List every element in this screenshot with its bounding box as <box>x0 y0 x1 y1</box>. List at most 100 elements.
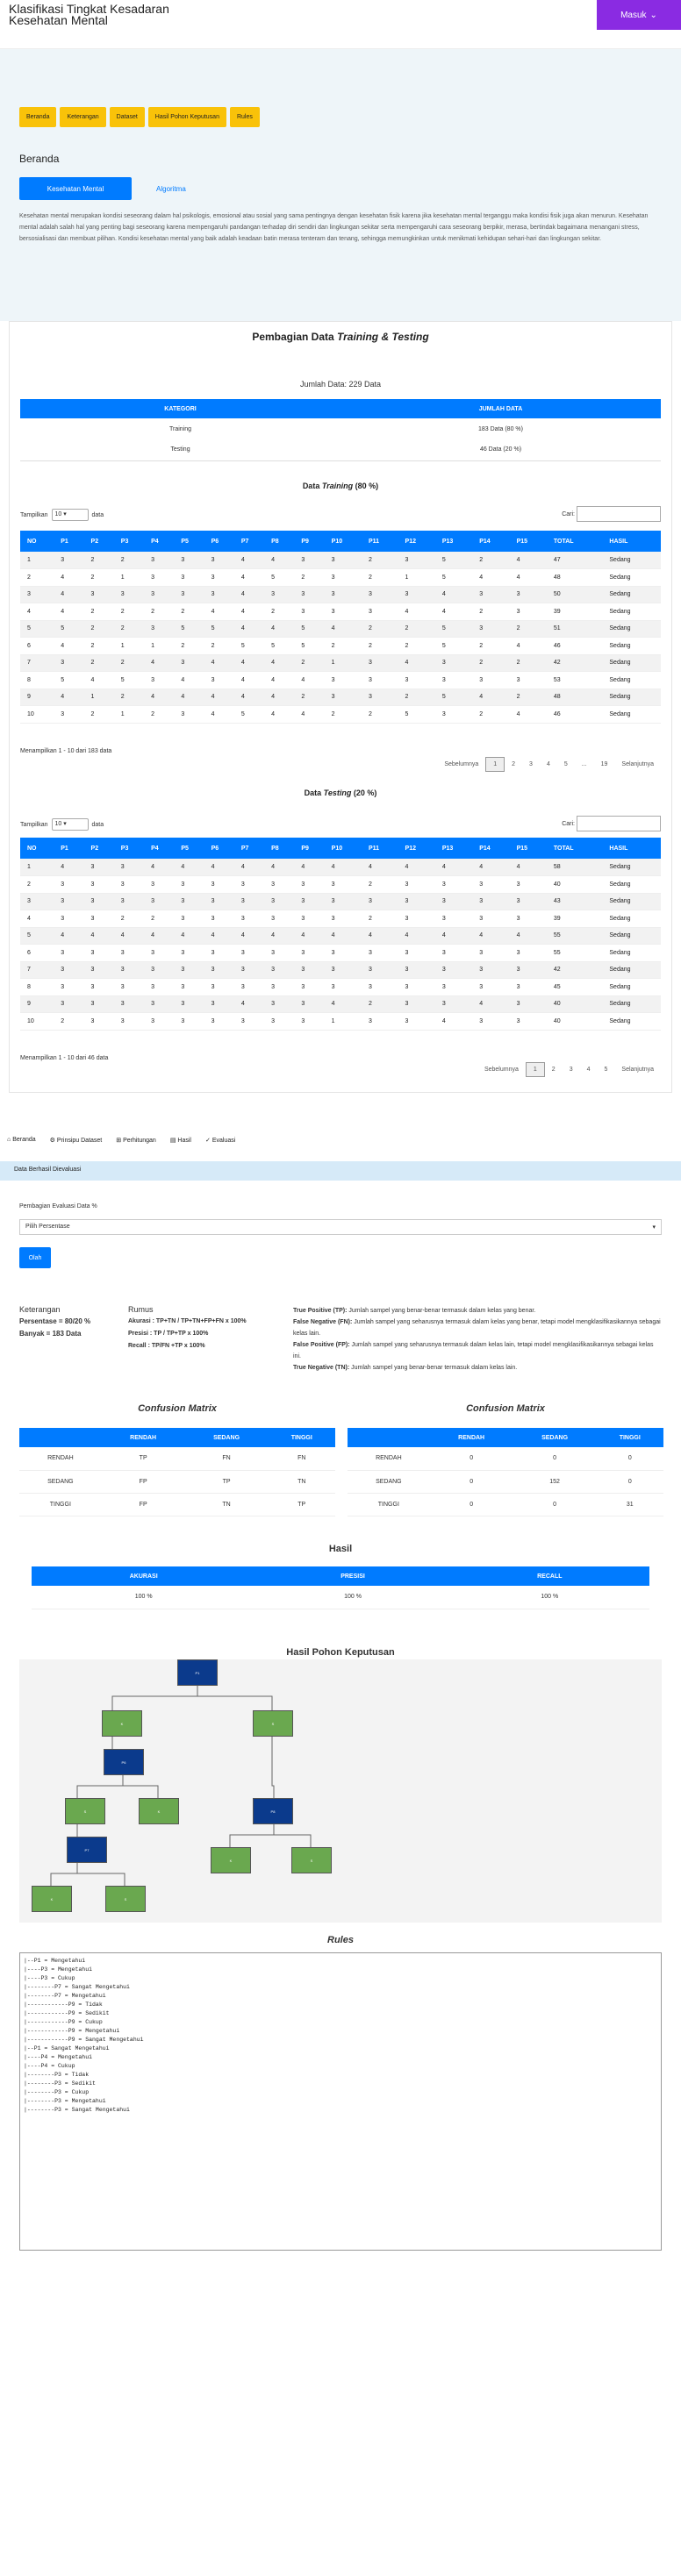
table-cell: 8 <box>20 978 54 996</box>
table-cell: 2 <box>472 637 510 655</box>
training-title-post: (80 %) <box>353 482 379 490</box>
page-link[interactable]: 3 <box>563 1063 580 1076</box>
menu-perhitungan[interactable]: ⊞ Perhitungan <box>116 1137 156 1144</box>
table-cell: 4 <box>264 552 295 569</box>
table-row: 8 3 3 3 3 3 3 3 3 3 3 3 3 3 3 3 45 Sedang <box>20 978 661 996</box>
page-link[interactable]: 1 <box>485 757 505 772</box>
nav-rules[interactable]: Rules <box>229 107 260 127</box>
page-link[interactable]: Sebelumnya <box>437 758 485 771</box>
split-row-value: 46 Data (20 %) <box>479 446 522 453</box>
page-link[interactable]: Selanjutnya <box>614 1063 661 1076</box>
matrix-cell: TP <box>268 1493 335 1516</box>
table-cell: 4 <box>294 705 325 724</box>
tab-algoritma[interactable]: Algoritma <box>156 185 186 193</box>
training-title: Data Training (80 %) <box>10 482 671 490</box>
table-cell: 4 <box>233 552 265 569</box>
login-button[interactable]: Masuk ⌄ <box>597 0 681 30</box>
nav-dataset[interactable]: Dataset <box>109 107 145 127</box>
search-input[interactable] <box>577 816 661 831</box>
page-link[interactable]: 2 <box>505 758 522 771</box>
table-cell: 3 <box>204 568 234 587</box>
table-cell: 3 <box>83 910 114 928</box>
testing-info: Menampilkan 1 - 10 dari 46 data <box>20 1055 109 1061</box>
page-link[interactable]: 3 <box>522 758 540 771</box>
table-cell: 4 <box>294 671 325 689</box>
cm1-title: Confusion Matrix <box>138 1403 217 1414</box>
table-cell: 3 <box>113 1012 145 1031</box>
nav-keterangan[interactable]: Keterangan <box>60 107 106 127</box>
table-row: 2 4 2 1 3 3 3 4 5 2 3 2 1 5 4 4 48 Sedang <box>20 568 661 587</box>
table-cell: 1 <box>113 705 145 724</box>
tab-kesehatan-mental[interactable]: Kesehatan Mental <box>19 177 132 200</box>
testing-title-em: Testing <box>323 788 352 797</box>
table-cell: 3 <box>264 910 295 928</box>
table-cell: 2 <box>398 689 435 706</box>
tree-node-leaf: S <box>65 1798 105 1824</box>
page-link[interactable]: 5 <box>557 758 575 771</box>
table-cell: Sedang <box>602 705 661 724</box>
column-header: P10 <box>324 838 362 859</box>
table-cell: 5 <box>54 620 84 638</box>
table-cell: 3 <box>174 552 204 569</box>
column-header: P8 <box>264 531 295 552</box>
table-cell: 3 <box>83 1012 114 1031</box>
column-header: P9 <box>294 838 325 859</box>
percentage-select[interactable]: Pilih Persentase ▾ <box>19 1219 662 1235</box>
table-cell: 3 <box>324 978 362 996</box>
matrix-cell: 0 <box>513 1447 597 1471</box>
table-cell: 4 <box>204 927 234 945</box>
table-cell: 3 <box>362 893 398 910</box>
table-cell: 4 <box>54 859 84 876</box>
entries-select[interactable]: 10 ▾ <box>51 818 89 831</box>
table-cell: 2 <box>83 637 114 655</box>
menu-beranda[interactable]: ⌂ Beranda <box>7 1137 36 1144</box>
page-link[interactable]: Selanjutnya <box>614 758 661 771</box>
training-title-em: Training <box>321 482 354 490</box>
page-link[interactable]: 4 <box>580 1063 598 1076</box>
menu-evaluasi[interactable]: ✓ Evaluasi <box>205 1137 235 1144</box>
table-cell: 4 <box>233 654 265 672</box>
table-cell: 3 <box>54 995 84 1013</box>
table-cell: 4 <box>434 927 473 945</box>
total-data: Jumlah Data: 229 Data <box>299 380 382 389</box>
table-cell: 3 <box>294 910 325 928</box>
page-link[interactable]: 4 <box>540 758 557 771</box>
col-kategori: KATEGORI <box>164 405 197 412</box>
page-link[interactable]: 1 <box>525 1062 545 1077</box>
table-cell: 3 <box>204 944 234 962</box>
table-cell: 3 <box>324 961 362 979</box>
page-link[interactable]: 2 <box>545 1063 563 1076</box>
matrix-cell: TP <box>184 1470 269 1494</box>
table-row: 7 3 2 2 4 3 4 4 4 2 1 3 4 3 2 2 42 Sedang <box>20 654 661 672</box>
matrix-cell: RENDAH <box>348 1447 430 1471</box>
login-label: Masuk <box>620 10 647 20</box>
table-row: 9 3 3 3 3 3 3 4 3 3 4 2 3 3 4 3 40 Sedang <box>20 995 661 1013</box>
table-cell: 4 <box>144 654 175 672</box>
rules-textarea[interactable]: |--P1 = Mengetahui |----P3 = Mengetahui … <box>19 1952 662 2251</box>
menu-hasil[interactable]: ▤ Hasil <box>170 1137 191 1144</box>
table-cell: 3 <box>362 603 398 621</box>
table-cell: 3 <box>144 961 175 979</box>
table-cell: 3 <box>144 568 175 587</box>
column-header: P4 <box>144 531 175 552</box>
table-cell: Sedang <box>602 637 661 655</box>
nav-hasil-pohon[interactable]: Hasil Pohon Keputusan <box>147 107 226 127</box>
table-cell: 50 <box>546 586 603 603</box>
nav-beranda[interactable]: Beranda <box>19 107 57 127</box>
olah-button[interactable]: Olah <box>19 1247 51 1268</box>
menu-dataset[interactable]: ⚙ Prinsipu Dataset <box>50 1137 103 1144</box>
search-input[interactable] <box>577 506 661 522</box>
column-header: HASIL <box>602 838 661 859</box>
page-link[interactable]: Sebelumnya <box>477 1063 526 1076</box>
table-cell: 2 <box>20 875 54 894</box>
table-row: 1 4 3 3 4 4 4 4 4 4 4 4 4 4 4 4 58 Sedang <box>20 859 661 876</box>
definition-text: Jumlah sampel yang benar-benar termasuk … <box>349 1365 518 1371</box>
page-link[interactable]: 5 <box>598 1063 615 1076</box>
table-cell: 1 <box>113 637 145 655</box>
page-link[interactable]: 19 <box>594 758 615 771</box>
table-row: 7 3 3 3 3 3 3 3 3 3 3 3 3 3 3 3 42 Sedang <box>20 961 661 979</box>
table-cell: 3 <box>113 875 145 894</box>
entries-select[interactable]: 10 ▾ <box>51 509 89 521</box>
table-cell: 3 <box>54 961 84 979</box>
tree-node-root: P1 <box>177 1659 218 1686</box>
